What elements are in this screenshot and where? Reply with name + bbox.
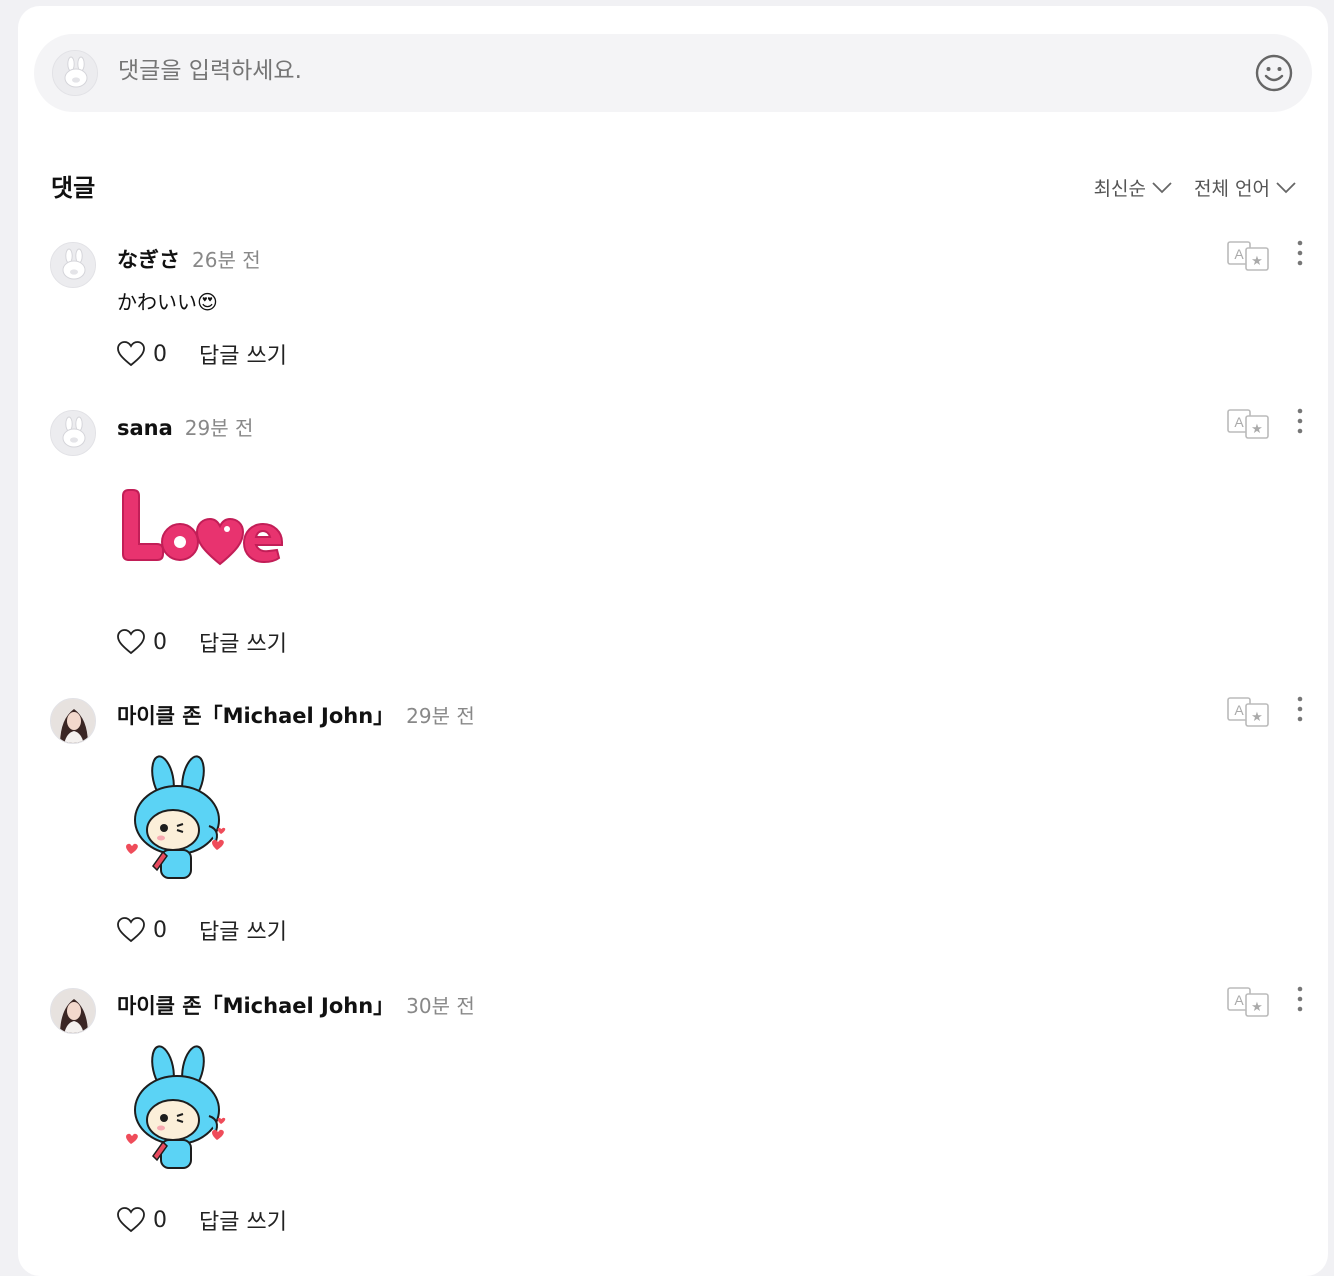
svg-text:A: A <box>1234 246 1244 262</box>
like-count: 0 <box>153 917 167 943</box>
more-vertical-icon[interactable] <box>1292 238 1308 268</box>
comment-actions: 0 답글 쓰기 <box>117 338 287 370</box>
comment-text: かわいい😍 <box>117 290 218 314</box>
heart-outline-icon <box>117 1207 145 1233</box>
comment-author[interactable]: 마이클 존「Michael John」 <box>117 700 394 730</box>
bunny-avatar-icon <box>50 242 96 288</box>
comment-item: なぎさ 26분 전 かわいい😍 A ★ 0 답글 쓰기 <box>50 240 1312 372</box>
sort-order-label: 최신순 <box>1093 178 1147 200</box>
heart-outline-icon <box>117 341 145 367</box>
sort-order-dropdown[interactable]: 최신순 <box>1094 174 1172 201</box>
comment-time: 29분 전 <box>406 704 475 728</box>
blue-bunny-sticker <box>117 754 237 893</box>
like-count: 0 <box>153 1207 167 1233</box>
comment-input-bar[interactable] <box>34 34 1312 112</box>
comment-actions: 0 답글 쓰기 <box>117 626 287 658</box>
heart-outline-icon <box>117 917 145 943</box>
chevron-down-icon <box>1152 181 1172 193</box>
heart-outline-icon <box>117 629 145 655</box>
language-label: 전체 언어 <box>1194 178 1270 200</box>
comment-header: 마이클 존「Michael John」 29분 전 <box>117 700 475 730</box>
svg-text:★: ★ <box>1251 422 1263 437</box>
like-count: 0 <box>153 629 167 655</box>
comment-panel: 댓글 최신순 전체 언어 なぎさ 26분 전 かわいい😍 <box>18 6 1328 1276</box>
comment-item: 마이클 존「Michael John」 30분 전 A ★ 0 답글 쓰기 <box>50 986 1312 1238</box>
comments-heading: 댓글 <box>51 174 96 202</box>
svg-text:★: ★ <box>1251 254 1263 269</box>
comment-author[interactable]: 마이클 존「Michael John」 <box>117 990 394 1020</box>
comment-author[interactable]: なぎさ <box>117 244 180 274</box>
comment-item: 마이클 존「Michael John」 29분 전 A ★ 0 답글 쓰기 <box>50 696 1312 948</box>
more-vertical-icon[interactable] <box>1292 406 1308 436</box>
svg-text:★: ★ <box>1251 710 1263 725</box>
more-vertical-icon[interactable] <box>1292 984 1308 1014</box>
like-count: 0 <box>153 341 167 367</box>
comment-time: 26분 전 <box>192 248 261 272</box>
comment-input[interactable] <box>118 58 1118 84</box>
sort-controls: 최신순 전체 언어 <box>1094 174 1296 201</box>
blue-bunny-sticker <box>117 1044 237 1183</box>
comment-header: なぎさ 26분 전 <box>117 244 261 274</box>
like-button[interactable]: 0 <box>117 917 167 943</box>
user-photo-avatar[interactable] <box>50 698 96 744</box>
svg-text:A: A <box>1234 702 1244 718</box>
reply-button[interactable]: 답글 쓰기 <box>199 914 287 946</box>
comment-time: 30분 전 <box>406 994 475 1018</box>
comment-actions: 0 답글 쓰기 <box>117 1204 287 1236</box>
comment-actions: 0 답글 쓰기 <box>117 914 287 946</box>
translate-icon[interactable]: A ★ <box>1226 406 1272 442</box>
like-button[interactable]: 0 <box>117 341 167 367</box>
user-photo-avatar[interactable] <box>50 988 96 1034</box>
bunny-avatar-icon <box>52 50 98 96</box>
love-sticker <box>117 486 287 574</box>
language-dropdown[interactable]: 전체 언어 <box>1194 174 1296 201</box>
svg-text:A: A <box>1234 992 1244 1008</box>
more-vertical-icon[interactable] <box>1292 694 1308 724</box>
smiley-icon[interactable] <box>1254 53 1294 93</box>
comment-author[interactable]: sana <box>117 416 173 440</box>
reply-button[interactable]: 답글 쓰기 <box>199 338 287 370</box>
svg-text:★: ★ <box>1251 1000 1263 1015</box>
like-button[interactable]: 0 <box>117 629 167 655</box>
like-button[interactable]: 0 <box>117 1207 167 1233</box>
translate-icon[interactable]: A ★ <box>1226 694 1272 730</box>
bunny-avatar-icon <box>50 410 96 456</box>
comment-header: 마이클 존「Michael John」 30분 전 <box>117 990 475 1020</box>
comment-time: 29분 전 <box>184 416 254 440</box>
translate-icon[interactable]: A ★ <box>1226 238 1272 274</box>
comment-item: sana 29분 전 A ★ 0 답글 쓰기 <box>50 408 1312 660</box>
reply-button[interactable]: 답글 쓰기 <box>199 1204 287 1236</box>
chevron-down-icon <box>1276 181 1296 193</box>
translate-icon[interactable]: A ★ <box>1226 984 1272 1020</box>
reply-button[interactable]: 답글 쓰기 <box>199 626 287 658</box>
svg-text:A: A <box>1234 414 1244 430</box>
comment-header: sana 29분 전 <box>117 412 253 441</box>
